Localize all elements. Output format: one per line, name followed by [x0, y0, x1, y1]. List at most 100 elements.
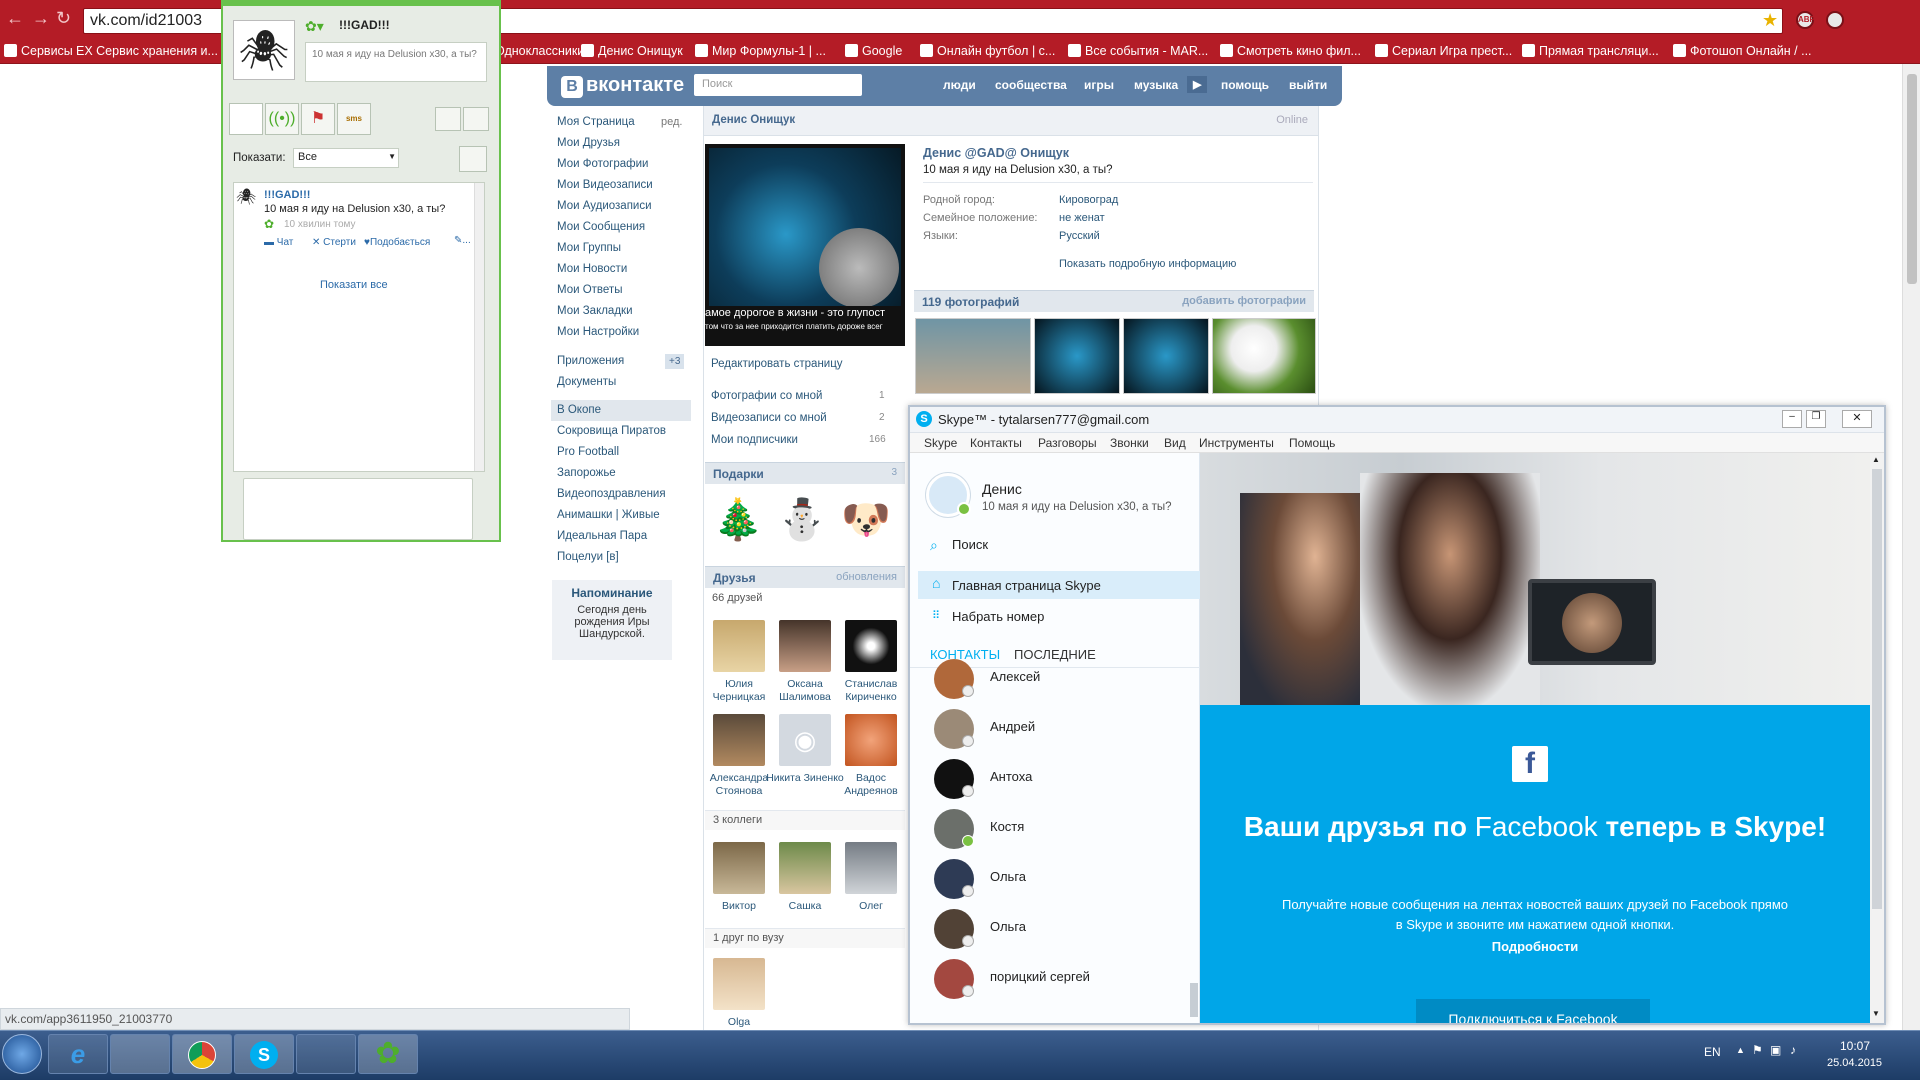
contact-item[interactable]: Ольга: [928, 903, 1188, 951]
bookmark-item[interactable]: Смотреть кино фил...: [1220, 44, 1361, 58]
menu-group-item[interactable]: Идеальная Пара: [557, 526, 692, 547]
friend-avatar[interactable]: [779, 620, 831, 672]
friend-avatar[interactable]: [713, 714, 765, 766]
skype-search[interactable]: Поиск: [952, 537, 988, 552]
menu-group-item[interactable]: Pro Football: [557, 442, 692, 463]
edit-page-link[interactable]: Редактировать страницу: [711, 358, 843, 370]
friend-avatar[interactable]: [845, 714, 897, 766]
friends-updates-link[interactable]: обновления: [836, 571, 897, 583]
chrome-icon[interactable]: [172, 1034, 232, 1074]
reload-icon[interactable]: ↻: [56, 8, 71, 29]
photos-header[interactable]: 119 фотографий добавить фотографии: [914, 290, 1314, 312]
bookmark-item[interactable]: Сериал Игра прест...: [1375, 44, 1512, 58]
menu-bookmarks[interactable]: Мои Закладки: [557, 301, 692, 322]
uni-friends-header[interactable]: 1 друг по вузу: [705, 928, 905, 948]
user-mood[interactable]: 10 мая я иду на Delusion x30, а ты?: [982, 501, 1172, 513]
menu-audio[interactable]: Мои Аудиозаписи: [557, 196, 692, 217]
menu-settings[interactable]: Мои Настройки: [557, 322, 692, 343]
contact-item[interactable]: Андрей: [928, 703, 1188, 751]
gift-dog-icon[interactable]: 🐶: [841, 492, 891, 548]
user-avatar[interactable]: [926, 473, 971, 517]
show-hidden-icons[interactable]: ▲: [1736, 1045, 1745, 1055]
scrollbar-thumb[interactable]: [1907, 74, 1917, 284]
icq-taskbar-icon[interactable]: ✿: [358, 1034, 418, 1074]
back-icon[interactable]: ←: [6, 8, 24, 29]
start-button-icon[interactable]: [2, 1034, 42, 1074]
vk-nav-people[interactable]: люди: [943, 78, 976, 92]
clock-time[interactable]: 10:07: [1840, 1039, 1870, 1053]
show-full-info-link[interactable]: Показать подробную информацию: [1059, 258, 1236, 270]
info-hometown[interactable]: Кировоград: [1059, 194, 1118, 206]
videos-with-me-link[interactable]: Видеозаписи со мной: [711, 412, 827, 424]
menu-group-item[interactable]: Анимашки | Живые: [557, 505, 692, 526]
menu-group-item[interactable]: Запорожье: [557, 463, 692, 484]
menu-group-item[interactable]: Сокровища Пиратов: [557, 421, 692, 442]
icq-settings-icon[interactable]: [463, 107, 489, 131]
menu-groups[interactable]: Мои Группы: [557, 238, 692, 259]
menu-apps[interactable]: Приложения +3: [557, 351, 692, 372]
dial-number-item[interactable]: Набрать номер: [952, 609, 1044, 624]
scrollbar-thumb[interactable]: [1872, 469, 1882, 909]
friend-name[interactable]: Olga: [699, 1016, 779, 1029]
friends-count[interactable]: 66 друзей: [712, 592, 762, 604]
restore-icon[interactable]: ❐: [1806, 410, 1826, 428]
icq-tab-sms-icon[interactable]: sms: [337, 103, 371, 135]
photo-thumbnail[interactable]: [1034, 318, 1120, 394]
skype-taskbar-icon[interactable]: S: [234, 1034, 294, 1074]
bookmark-item[interactable]: Одноклассники: [495, 44, 584, 58]
spider-avatar-icon[interactable]: 🕷: [233, 20, 295, 80]
icq-tab-contacts-icon[interactable]: [229, 103, 263, 135]
vk-logo[interactable]: Bвконтакте: [561, 74, 684, 98]
delete-action[interactable]: ✕ Стерти: [312, 237, 356, 248]
photo-thumbnail[interactable]: [915, 318, 1031, 394]
extension-icon[interactable]: [1826, 11, 1844, 29]
contact-item[interactable]: Ольга: [928, 853, 1188, 901]
bookmark-item[interactable]: Google: [845, 44, 902, 58]
explorer-icon[interactable]: [110, 1034, 170, 1074]
contact-item[interactable]: Алексей: [928, 653, 1188, 701]
menu-videos[interactable]: Мои Видеозаписи: [557, 175, 692, 196]
fb-more-link[interactable]: Подробности: [1470, 939, 1600, 954]
friend-avatar[interactable]: [713, 958, 765, 1010]
menu-messages[interactable]: Мои Сообщения: [557, 217, 692, 238]
menu-edit-link[interactable]: ред.: [661, 116, 682, 128]
adblock-icon[interactable]: ABP: [1796, 11, 1815, 29]
more-action[interactable]: ✎...: [454, 235, 471, 246]
contact-item[interactable]: порицкий сергей: [928, 953, 1188, 1001]
menu-group-item[interactable]: Поцелуи [в]: [557, 547, 692, 568]
play-icon[interactable]: ▶: [1187, 76, 1208, 93]
menu-photos[interactable]: Мои Фотографии: [557, 154, 692, 175]
page-scrollbar[interactable]: [1902, 64, 1920, 1030]
bookmark-item[interactable]: Онлайн футбол | с...: [920, 44, 1055, 58]
vk-nav-games[interactable]: игры: [1084, 78, 1114, 92]
show-filter-select[interactable]: Все ▼: [293, 148, 399, 168]
friend-avatar[interactable]: [845, 842, 897, 894]
contact-item[interactable]: Костя: [928, 803, 1188, 851]
menu-calls[interactable]: Звонки: [1110, 436, 1149, 450]
camera-icon[interactable]: ◉: [779, 714, 831, 766]
language-indicator[interactable]: EN: [1704, 1045, 1721, 1059]
like-action[interactable]: ♥Подобається: [364, 237, 430, 248]
clock-date[interactable]: 25.04.2015: [1827, 1057, 1882, 1069]
icq-tab-flag-icon[interactable]: ⚑: [301, 103, 335, 135]
vk-nav-music[interactable]: музыка: [1134, 78, 1178, 92]
friend-name[interactable]: Олег: [831, 900, 911, 913]
menu-answers[interactable]: Мои Ответы: [557, 280, 692, 301]
feed-scrollbar[interactable]: [474, 183, 484, 471]
friend-avatar[interactable]: [713, 620, 765, 672]
vk-nav-communities[interactable]: сообщества: [995, 78, 1067, 92]
vk-nav-help[interactable]: помощь: [1221, 78, 1269, 92]
menu-group-item[interactable]: В Окопе: [551, 400, 691, 421]
contact-item[interactable]: Антоха: [928, 753, 1188, 801]
friend-name[interactable]: Станислав Кириченко: [831, 678, 911, 704]
icq-status-input[interactable]: 10 мая я иду на Delusion x30, а ты?: [305, 42, 487, 82]
flag-icon[interactable]: ⚑: [1752, 1043, 1763, 1057]
profile-status[interactable]: 10 мая я иду на Delusion x30, а ты?: [923, 164, 1113, 176]
friend-avatar[interactable]: [779, 842, 831, 894]
bookmark-star-icon[interactable]: ★: [1762, 10, 1778, 31]
menu-conversations[interactable]: Разговоры: [1038, 436, 1097, 450]
photos-with-me-link[interactable]: Фотографии со мной: [711, 390, 822, 402]
vk-nav-logout[interactable]: выйти: [1289, 78, 1327, 92]
subscribers-link[interactable]: Мои подписчики: [711, 434, 798, 446]
info-languages[interactable]: Русский: [1059, 230, 1100, 242]
